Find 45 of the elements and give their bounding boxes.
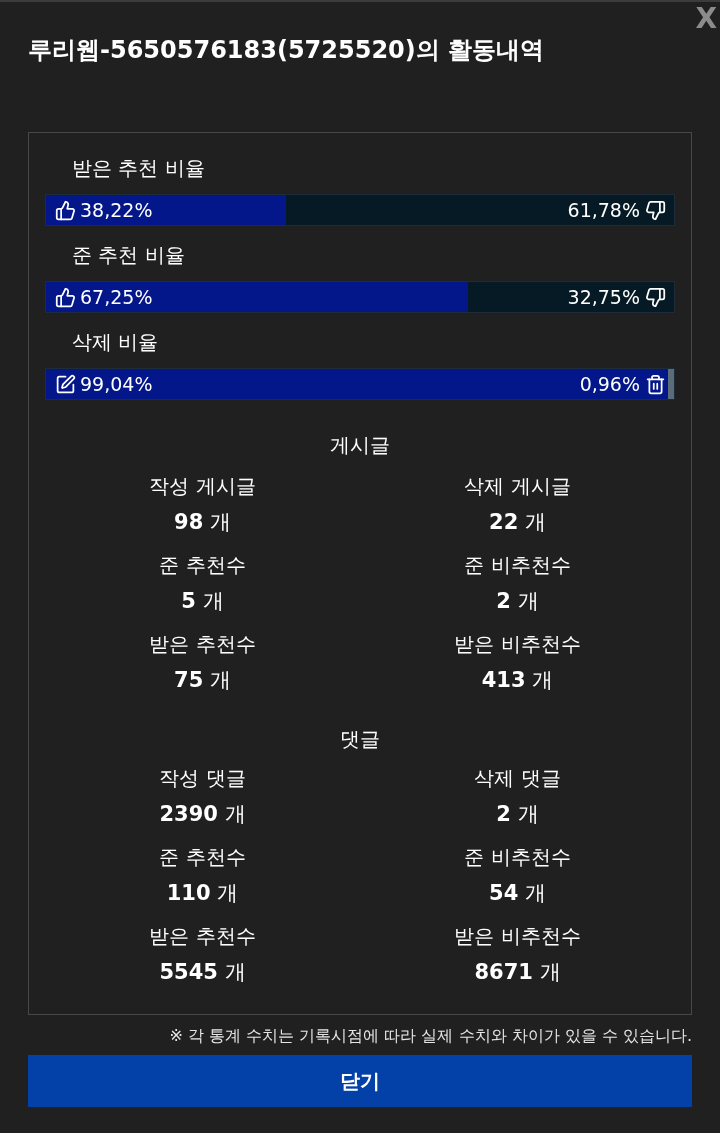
stat-value: 22 개 [489, 509, 546, 536]
thumbs-up-icon [55, 286, 76, 308]
ratio-value: 67,25% [80, 284, 153, 310]
stat-label: 준 비추천수 [464, 552, 571, 579]
ratio-value: 61,78% [567, 197, 640, 223]
stat-value: 2390 개 [159, 801, 246, 828]
stat-value: 5 개 [181, 588, 224, 615]
thumbs-up-icon [55, 199, 76, 221]
close-button[interactable]: X [694, 4, 718, 34]
stat-label: 준 추천수 [159, 844, 246, 871]
stat-value: 98 개 [174, 509, 231, 536]
stat-value: 54 개 [489, 880, 546, 907]
stat-label: 받은 추천수 [149, 923, 256, 950]
footnote: ※ 각 통계 수치는 기록시점에 따라 실제 수치와 차이가 있을 수 있습니다. [169, 1025, 692, 1047]
edit-icon [55, 373, 76, 395]
close-dialog-button[interactable]: 닫기 [28, 1055, 692, 1107]
stat-label: 삭제 댓글 [474, 765, 561, 792]
stat-label: 받은 추천수 [149, 631, 256, 658]
stat-label: 준 비추천수 [464, 844, 571, 871]
thumbs-down-icon [645, 199, 666, 221]
stat-label: 준 추천수 [159, 552, 246, 579]
trash-icon [645, 373, 666, 395]
section-title: 댓글 [340, 726, 380, 753]
stat-value: 413 개 [481, 667, 554, 694]
stat-label: 받은 비추천수 [454, 923, 581, 950]
window-title: 루리웹-5650576183(5725520)의 활동내역 [28, 35, 546, 66]
stat-label: 삭제 게시글 [464, 473, 571, 500]
ratio-value: 32,75% [567, 284, 640, 310]
ratio-label: 받은 추천 비율 [71, 155, 205, 181]
ratio-label: 삭제 비율 [71, 329, 159, 355]
stat-label: 받은 비추천수 [454, 631, 581, 658]
section-title: 게시글 [330, 432, 390, 459]
stat-label: 작성 댓글 [159, 765, 246, 792]
stat-value: 75 개 [174, 667, 231, 694]
stat-value: 8671 개 [474, 959, 561, 986]
stat-value: 110 개 [166, 880, 239, 907]
thumbs-down-icon [645, 286, 666, 308]
stat-value: 2 개 [496, 588, 539, 615]
stat-value: 2 개 [496, 801, 539, 828]
ratio-label: 준 추천 비율 [71, 242, 185, 268]
stat-label: 작성 게시글 [149, 473, 256, 500]
ratio-value: 38,22% [80, 197, 153, 223]
ratio-value: 99,04% [80, 371, 153, 397]
ratio-value: 0,96% [579, 371, 640, 397]
stat-value: 5545 개 [159, 959, 246, 986]
